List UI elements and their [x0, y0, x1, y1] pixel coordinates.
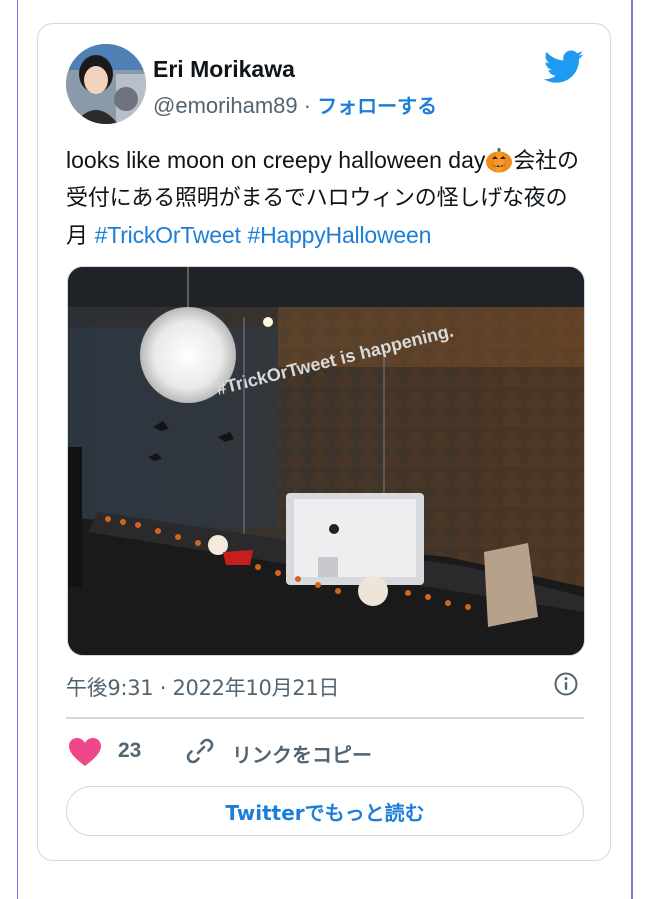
twitter-bird-icon[interactable] — [544, 50, 584, 84]
tweet-date: 2022年10月21日 — [172, 676, 340, 700]
like-count[interactable]: 23 — [118, 739, 141, 763]
divider — [66, 717, 584, 719]
meta-separator: · — [153, 676, 173, 700]
author-name[interactable]: Eri Morikawa — [153, 56, 295, 83]
tweet-card: Eri Morikawa @emoriham89 · フォローする looks … — [37, 23, 611, 861]
info-icon[interactable] — [553, 671, 579, 697]
tweet-photo[interactable]: #TrickOrTweet is happening. — [67, 266, 585, 656]
hashtag-trickortweet[interactable]: #TrickOrTweet — [95, 222, 241, 248]
author-handle-line: @emoriham89 · フォローする — [153, 90, 437, 119]
avatar[interactable] — [66, 44, 146, 124]
page-frame-right — [631, 0, 633, 899]
tweet-timestamp[interactable]: 午後9:31 · 2022年10月21日 — [66, 672, 339, 702]
link-icon[interactable] — [184, 735, 216, 767]
author-handle[interactable]: @emoriham89 — [153, 93, 298, 118]
hashtag-happyhalloween[interactable]: #HappyHalloween — [247, 222, 431, 248]
tweet-time: 午後9:31 — [66, 676, 154, 700]
heart-icon[interactable] — [68, 737, 102, 767]
tweet-text: looks like moon on creepy halloween day … — [66, 142, 586, 255]
read-more-button[interactable]: Twitterでもっと読む — [66, 786, 584, 836]
page-frame-left — [17, 0, 18, 899]
pumpkin-emoji-icon — [486, 148, 513, 173]
follow-link[interactable]: フォローする — [317, 94, 437, 118]
handle-separator: · — [297, 93, 318, 118]
tweet-text-en: looks like moon on creepy halloween day — [66, 147, 486, 173]
copy-link-button[interactable]: リンクをコピー — [232, 739, 372, 768]
